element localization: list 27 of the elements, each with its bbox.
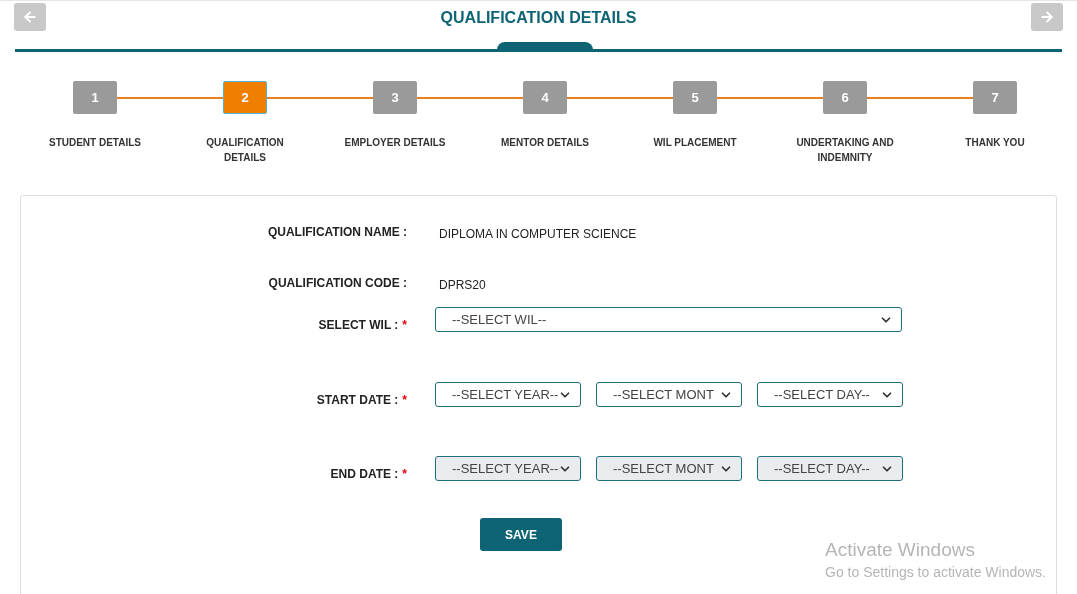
field-label: END DATE : (330, 466, 399, 483)
required-mark: * (402, 466, 407, 483)
required-mark: * (402, 392, 407, 409)
field-label: QUALIFICATION CODE : (268, 275, 407, 292)
field-label: QUALIFICATION NAME : (267, 224, 407, 241)
arrow-right-icon (1039, 9, 1055, 25)
page-title: QUALIFICATION DETAILS (440, 8, 637, 28)
field-label: START DATE : (316, 392, 399, 409)
step-label: EMPLOYER DETAILS (343, 136, 447, 150)
step-label: THANK YOU (964, 136, 1026, 150)
step-label: WIL PLACEMENT (652, 136, 738, 150)
step-label: STUDENT DETAILS (47, 136, 142, 150)
field-value: DIPLOMA IN COMPUTER SCIENCE (439, 226, 637, 243)
step-label: QUALIFICATION DETAILS (205, 136, 285, 165)
field-value: DPRS20 (439, 277, 486, 294)
step-label: MENTOR DETAILS (500, 136, 590, 150)
dropdown-select[interactable]: --SELECT DAY-- (757, 382, 903, 407)
save-button[interactable]: SAVE (480, 518, 562, 551)
step-label: UNDERTAKING AND INDEMNITY (795, 136, 895, 165)
arrow-left-icon (22, 9, 38, 25)
dropdown-select[interactable]: --SELECT YEAR-- (435, 382, 581, 407)
dropdown-select[interactable]: --SELECT WIL-- (435, 307, 902, 332)
activation-text: Go to Settings to activate Windows. (825, 563, 1046, 582)
field-label: SELECT WIL : (318, 317, 399, 334)
required-mark: * (402, 317, 407, 334)
dropdown-select[interactable]: --SELECT MONT (596, 382, 742, 407)
activation-title: Activate Windows (825, 538, 976, 562)
